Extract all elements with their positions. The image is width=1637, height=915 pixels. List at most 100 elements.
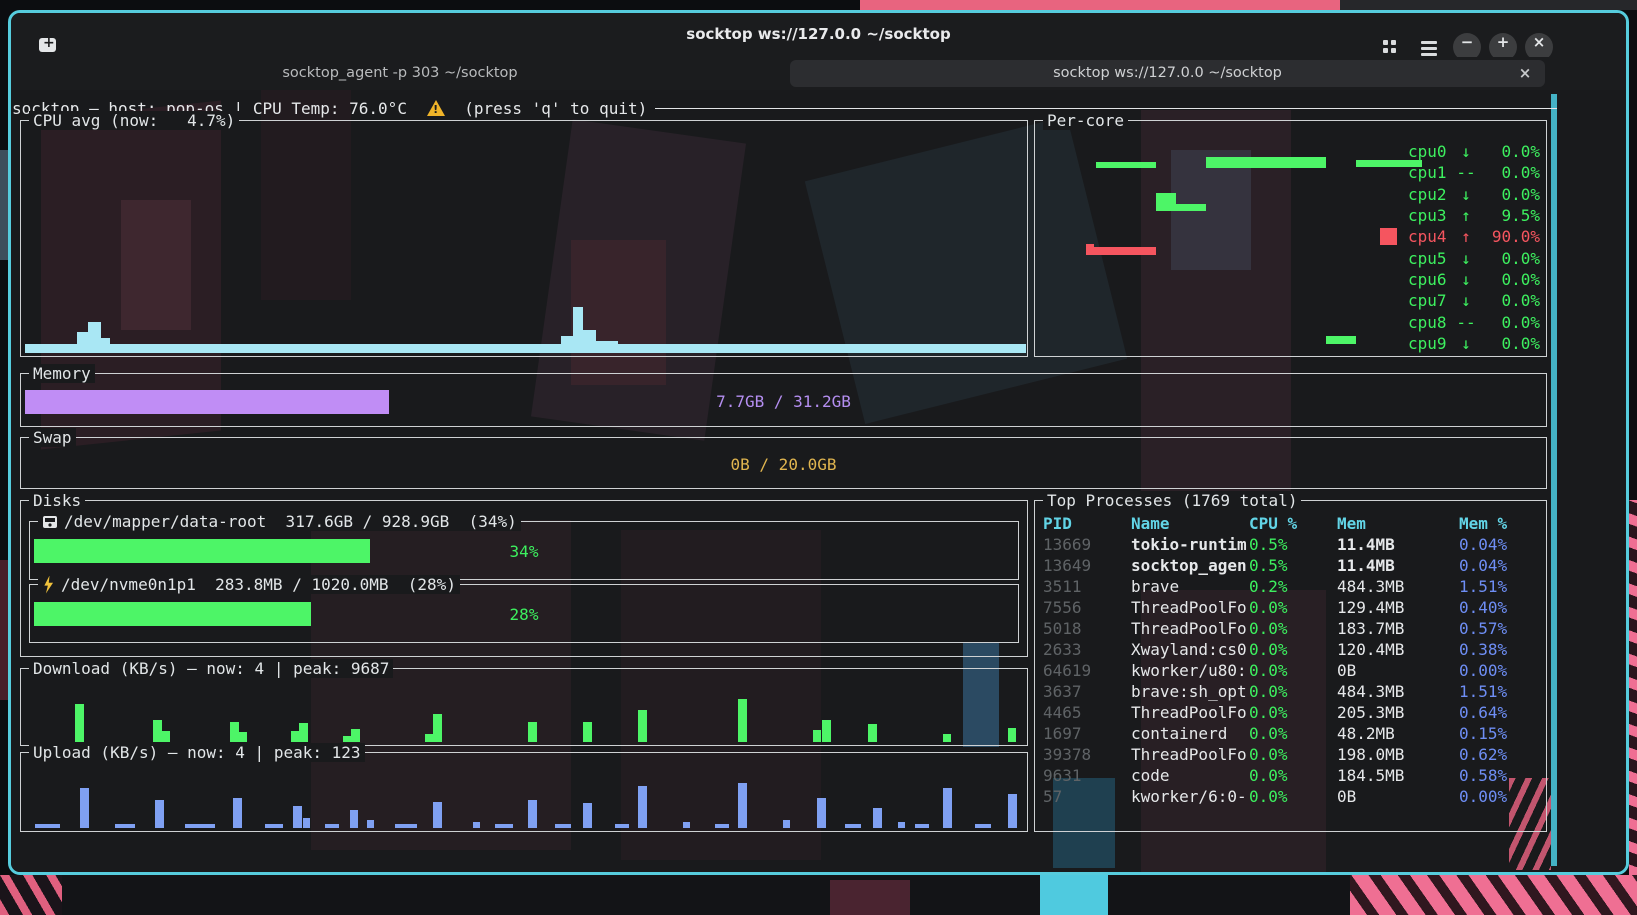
chart-bar <box>80 788 89 828</box>
table-row: 3511brave0.2%484.3MB1.51% <box>1043 576 1540 597</box>
table-row: 1697containerd0.0%48.2MB0.15% <box>1043 723 1540 744</box>
disk-nvme-title: /dev/nvme0n1p1 283.8MB / 1020.0MB (28%) <box>38 575 460 594</box>
table-row: 57kworker/6:0-0.0%0B0.00% <box>1043 786 1540 807</box>
per-core-row: cpu4↑90.0% <box>1408 226 1540 247</box>
chart-bar <box>583 330 596 353</box>
core-sparkline-segment <box>1086 244 1094 255</box>
chart-bar <box>325 824 339 828</box>
chart-bar <box>293 806 302 828</box>
table-row: 13669tokio-runtim0.5%11.4MB0.04% <box>1043 534 1540 555</box>
chart-bar <box>473 822 480 828</box>
chart-bar <box>233 798 242 828</box>
chart-bar <box>162 731 170 742</box>
chart-bar <box>873 808 882 828</box>
chart-bar <box>25 344 1026 353</box>
table-row: 3637brave:sh_opt0.0%484.3MB1.51% <box>1043 681 1540 702</box>
top-processes-panel: Top Processes (1769 total) PIDNameCPU %M… <box>1034 500 1547 832</box>
socktop-tui: socktop — host: pop-os | CPU Temp: 76.0°… <box>0 0 1637 915</box>
chart-bar <box>433 714 442 742</box>
chart-bar <box>915 824 929 828</box>
table-row: 13649socktop_agen0.5%11.4MB0.04% <box>1043 555 1540 576</box>
memory-usage-text: 7.7GB / 31.2GB <box>21 392 1546 411</box>
disk-nvme-panel: /dev/nvme0n1p1 283.8MB / 1020.0MB (28%) … <box>29 584 1019 643</box>
chart-bar <box>596 341 618 353</box>
per-core-row: cpu3↑9.5% <box>1408 205 1540 226</box>
chart-bar <box>1008 794 1017 828</box>
chart-bar <box>615 824 629 828</box>
swap-panel: Swap 0B / 20.0GB <box>20 437 1547 489</box>
trend-arrow-icon: ↑ <box>1452 206 1480 225</box>
chart-bar <box>561 336 573 353</box>
chart-bar <box>528 722 537 742</box>
chart-bar <box>153 720 162 742</box>
chart-bar <box>943 734 951 742</box>
swap-title: Swap <box>29 428 76 447</box>
chart-bar <box>395 824 417 828</box>
chart-bar <box>663 347 685 353</box>
per-core-row: cpu8--0.0% <box>1408 311 1540 332</box>
top-processes-title: Top Processes (1769 total) <box>1043 491 1301 510</box>
chart-bar <box>573 307 583 353</box>
chart-bar <box>299 723 308 742</box>
disk-data-root-title: /dev/mapper/data-root 317.6GB / 928.9GB … <box>38 512 521 531</box>
chart-bar <box>367 820 374 828</box>
chart-bar <box>350 810 358 828</box>
chart-bar <box>75 704 84 742</box>
tui-header: socktop — host: pop-os | CPU Temp: 76.0°… <box>12 98 1557 118</box>
tui-header-quit-hint: (press 'q' to quit) <box>455 99 648 118</box>
download-chart <box>25 671 1023 742</box>
core-sparkline-segment <box>1156 193 1176 211</box>
trend-arrow-icon: -- <box>1452 163 1480 182</box>
chart-bar <box>415 350 460 353</box>
per-core-list: cpu0↓0.0%cpu1--0.0%cpu2↓0.0%cpu3↑9.5%cpu… <box>1408 141 1540 354</box>
chart-bar <box>975 824 991 828</box>
chart-bar <box>155 800 164 828</box>
chart-bar <box>265 824 283 828</box>
chart-bar <box>625 345 653 353</box>
chart-bar <box>903 346 929 353</box>
trend-arrow-icon: ↓ <box>1452 142 1480 161</box>
chart-bar <box>351 729 360 742</box>
chart-bar <box>291 731 299 742</box>
memory-title: Memory <box>29 364 95 383</box>
memory-panel: Memory 7.7GB / 31.2GB <box>20 373 1547 427</box>
per-core-row: cpu5↓0.0% <box>1408 247 1540 268</box>
cpu-avg-chart <box>25 123 1023 353</box>
chart-bar <box>115 824 135 828</box>
disk-data-root-panel: /dev/mapper/data-root 317.6GB / 928.9GB … <box>29 521 1019 580</box>
chart-bar <box>239 732 247 742</box>
chart-bar <box>433 802 442 828</box>
chart-bar <box>101 338 110 353</box>
table-row: 39378ThreadPoolFo0.0%198.0MB0.62% <box>1043 744 1540 765</box>
swap-usage-text: 0B / 20.0GB <box>21 455 1546 474</box>
disk-percent-label: 28% <box>30 605 1018 624</box>
chart-bar <box>845 824 861 828</box>
chart-bar <box>783 820 790 828</box>
chart-bar <box>813 730 821 742</box>
chart-bar <box>583 722 592 742</box>
trend-arrow-icon: ↓ <box>1452 185 1480 204</box>
chart-bar <box>230 722 239 742</box>
disks-panel: Disks /dev/mapper/data-root 317.6GB / 92… <box>20 500 1028 657</box>
per-core-row: cpu6↓0.0% <box>1408 269 1540 290</box>
chart-bar <box>683 822 690 828</box>
process-table-header: PIDNameCPU %MemMem % <box>1043 513 1540 534</box>
core-sparkline-segment <box>1176 204 1206 211</box>
per-core-row: cpu1--0.0% <box>1408 162 1540 183</box>
per-core-panel: Per-core cpu0↓0.0%cpu1--0.0%cpu2↓0.0%cpu… <box>1034 120 1547 357</box>
trend-arrow-icon: -- <box>1452 313 1480 332</box>
trend-arrow-icon: ↓ <box>1452 249 1480 268</box>
hard-disk-icon <box>42 515 58 529</box>
chart-bar <box>822 720 831 742</box>
chart-bar <box>868 724 877 742</box>
trend-arrow-icon: ↑ <box>1452 227 1480 246</box>
screen: socktop ws://127.0.0 ~/socktop − + × soc… <box>0 0 1637 915</box>
chart-bar <box>555 824 571 828</box>
hot-core-block-icon <box>1380 228 1397 245</box>
table-row: 64619kworker/u80:0.0%0B0.00% <box>1043 660 1540 681</box>
disks-title: Disks <box>29 491 85 510</box>
lightning-bolt-icon <box>42 576 55 594</box>
chart-bar <box>638 710 647 742</box>
chart-bar <box>480 350 510 353</box>
chart-bar <box>528 800 537 828</box>
